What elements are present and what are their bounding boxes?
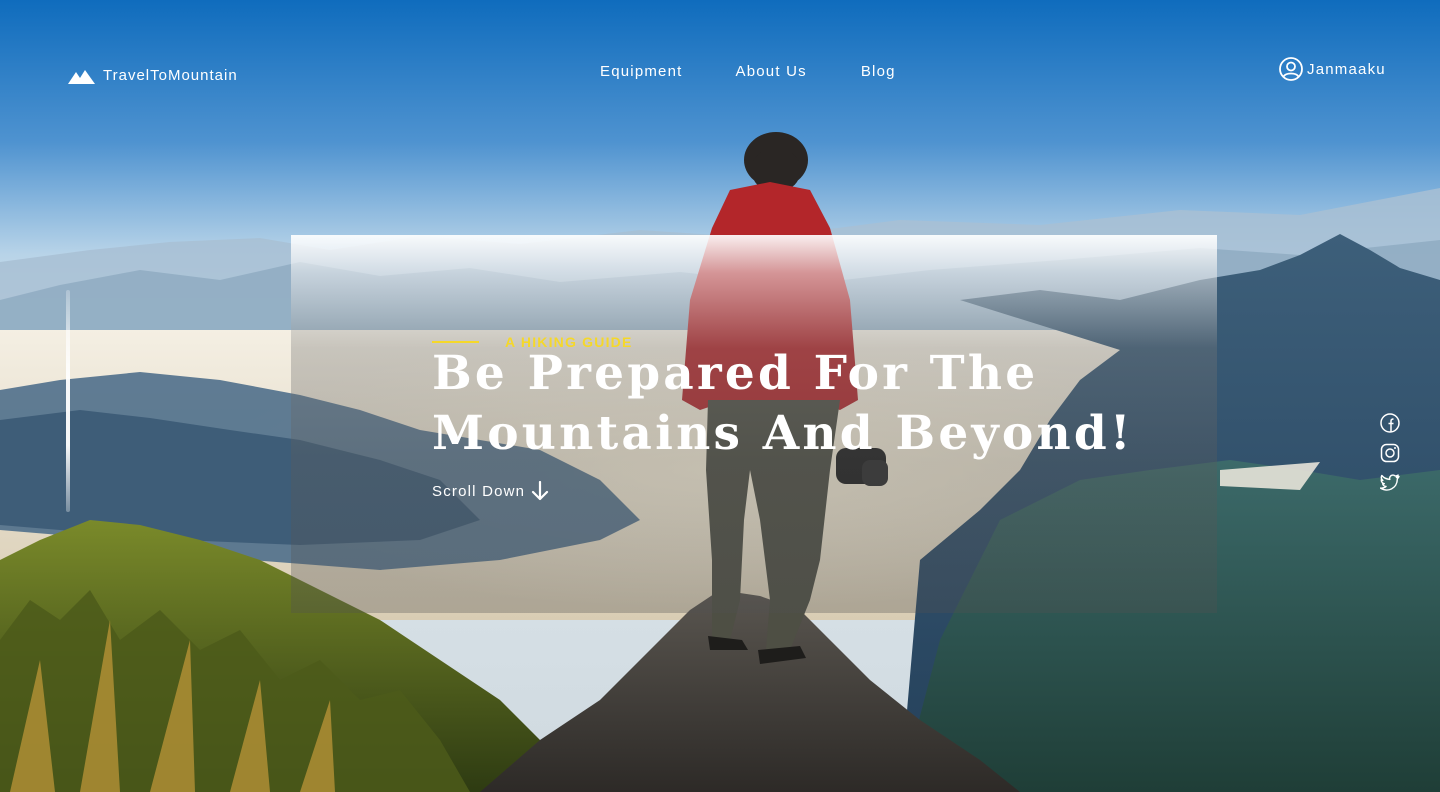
twitter-icon[interactable] [1379, 473, 1400, 493]
mountain-icon [68, 69, 95, 84]
eyebrow-line [432, 341, 479, 343]
nav-link-blog[interactable]: Blog [861, 63, 896, 80]
landing-page: TravelToMountain Equipment About Us Blog… [0, 0, 1440, 792]
instagram-icon[interactable] [1380, 443, 1400, 463]
user-name: Janmaaku [1307, 60, 1386, 78]
user-circle-icon [1279, 57, 1303, 81]
user-account-link[interactable]: Janmaaku [1279, 57, 1386, 81]
social-links [1379, 413, 1400, 493]
scroll-down-label: Scroll Down [432, 482, 526, 500]
nav-link-about-us[interactable]: About Us [736, 63, 807, 80]
brand-logo[interactable]: TravelToMountain [68, 67, 238, 84]
scroll-down-button[interactable]: Scroll Down [432, 481, 549, 501]
headline-line-2: Mountains And Beyond! [432, 406, 1134, 461]
arrow-down-icon [532, 481, 549, 501]
main-nav: Equipment About Us Blog [600, 63, 896, 80]
hero-headline: Be Prepared For The Mountains And Beyond… [432, 344, 1192, 464]
facebook-icon[interactable] [1380, 413, 1400, 433]
nav-link-equipment[interactable]: Equipment [600, 63, 683, 80]
brand-name: TravelToMountain [103, 67, 238, 84]
slide-indicator[interactable] [66, 290, 70, 512]
headline-line-1: Be Prepared For The [432, 346, 1039, 401]
